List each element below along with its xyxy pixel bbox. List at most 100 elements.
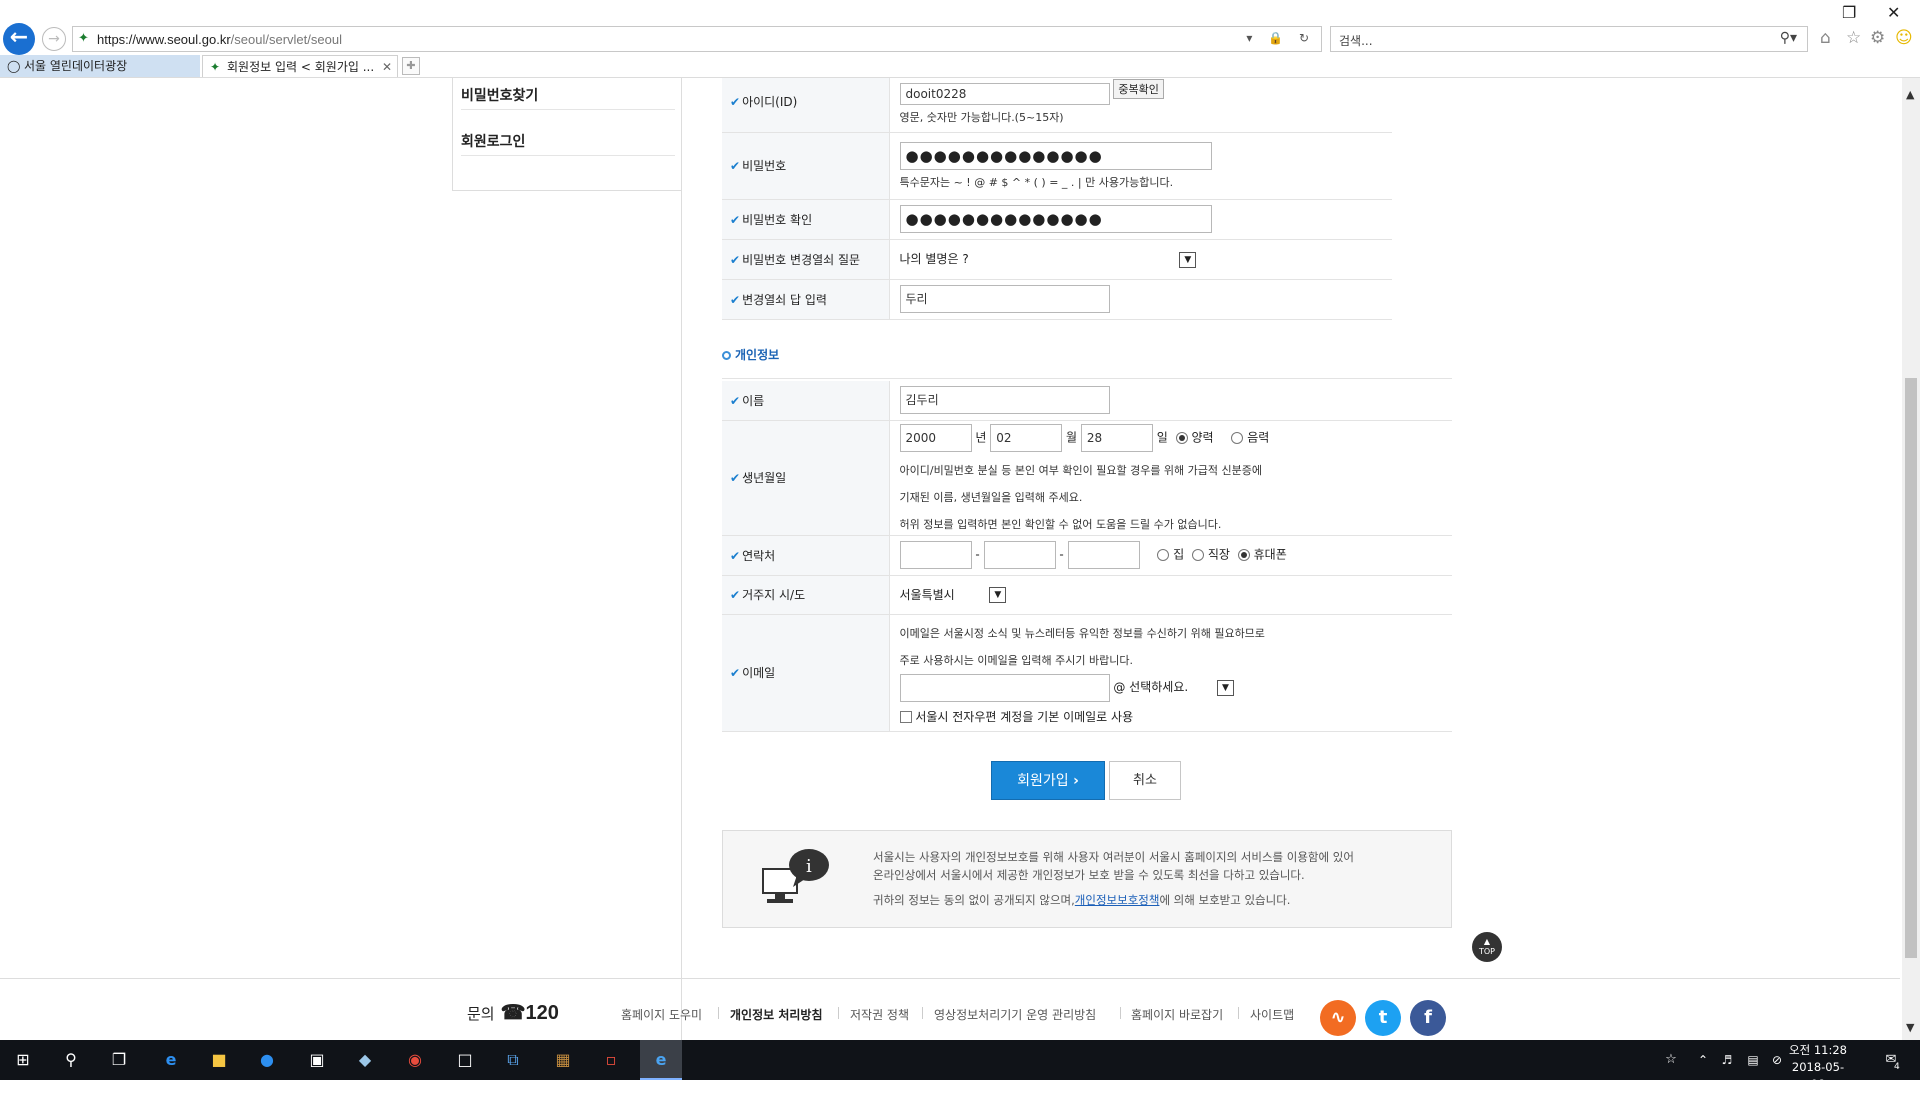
internet-explorer-icon[interactable]: e bbox=[648, 1048, 674, 1072]
birth-year-input[interactable]: 2000 bbox=[899, 423, 972, 452]
phone-part-2-input[interactable] bbox=[983, 541, 1056, 569]
forward-button[interactable]: → bbox=[42, 27, 66, 51]
back-button[interactable]: ← bbox=[3, 23, 35, 55]
home-radio[interactable] bbox=[1157, 549, 1170, 561]
scroll-up-icon[interactable]: ▲ bbox=[1906, 88, 1914, 101]
page-content: 비밀번호찾기 회원로그인 ✔ 아이디(ID) dooit0228 중복확인 영문,… bbox=[0, 78, 1900, 1040]
rss-icon[interactable]: ∿ bbox=[1320, 1000, 1356, 1036]
chevron-right-icon: › bbox=[1073, 773, 1079, 789]
search-icon[interactable]: ⚲ bbox=[58, 1048, 84, 1072]
edge-icon[interactable]: e bbox=[158, 1048, 184, 1072]
close-tab-icon[interactable]: ✕ bbox=[382, 56, 392, 77]
solar-radio[interactable] bbox=[1175, 431, 1188, 444]
birth-help-2: 기재된 이름, 생년월일을 입력해 주세요. bbox=[899, 490, 1083, 504]
notification-center-icon[interactable]: ✉ bbox=[1878, 1048, 1904, 1072]
people-icon[interactable]: ☆ bbox=[1658, 1048, 1684, 1072]
tab-member-info[interactable]: ✦ 회원정보 입력 < 회원가입 ... ✕ bbox=[202, 55, 398, 77]
password-confirm-input[interactable]: ●●●●●●●●●●●●●● bbox=[899, 205, 1212, 233]
cancel-button[interactable]: 취소 bbox=[1109, 761, 1181, 800]
status-icon[interactable]: ⊘ bbox=[1764, 1048, 1790, 1072]
email-id-input[interactable] bbox=[899, 673, 1110, 702]
month-unit: 월 bbox=[1066, 430, 1078, 444]
address-controls[interactable]: ▾ 🔒 ↻ bbox=[1246, 31, 1315, 45]
join-button[interactable]: 회원가입 › bbox=[991, 761, 1105, 800]
task-view-icon[interactable]: ❐ bbox=[106, 1048, 132, 1072]
footer-link-sitemap[interactable]: 사이트맵 bbox=[1250, 1006, 1294, 1023]
store-icon[interactable]: ▣ bbox=[304, 1048, 330, 1072]
footer-link-copyright[interactable]: 저작권 정책 bbox=[850, 1006, 909, 1023]
network-icon[interactable]: ▤ bbox=[1740, 1048, 1766, 1072]
footer-link-privacy[interactable]: 개인정보 처리방침 bbox=[730, 1006, 823, 1023]
password-input[interactable]: ●●●●●●●●●●●●●● bbox=[899, 141, 1212, 170]
contact-info: 문의 ☎120 bbox=[467, 1002, 559, 1024]
scroll-top-button[interactable]: ▲ TOP bbox=[1472, 932, 1502, 962]
personal-form: ✔ 이름 김두리 ✔ 생년월일 2000 년 02 월 28 일 양력 음력 아이디… bbox=[722, 381, 1452, 732]
default-email-checkbox[interactable] bbox=[899, 711, 912, 723]
birth-day-input[interactable]: 28 bbox=[1080, 423, 1153, 452]
account-form: ✔ 아이디(ID) dooit0228 중복확인 영문, 숫자만 가능합니다.(5… bbox=[722, 78, 1392, 320]
new-tab-button[interactable]: ✚ bbox=[402, 57, 420, 75]
home-icon[interactable]: ⌂ bbox=[1820, 28, 1831, 48]
answer-input[interactable]: 두리 bbox=[899, 285, 1110, 313]
restore-window-icon[interactable]: ❐ bbox=[1842, 3, 1856, 22]
app-icon-1[interactable]: ● bbox=[254, 1048, 280, 1072]
system-clock[interactable]: 오전 11:28 2018-05-08 bbox=[1788, 1042, 1848, 1093]
loading-icon: ◯ bbox=[7, 59, 21, 73]
name-input[interactable]: 김두리 bbox=[899, 386, 1110, 415]
tab-label: 회원정보 입력 < 회원가입 ... bbox=[227, 60, 375, 74]
smiley-feedback-icon[interactable]: ☺ bbox=[1895, 28, 1913, 48]
address-bar[interactable]: ✦ https://www.seoul.go.kr/seoul/servlet/… bbox=[72, 26, 1322, 52]
phone-part-3-input[interactable] bbox=[1067, 541, 1140, 569]
search-box[interactable]: 검색... ⚲▾ bbox=[1330, 26, 1808, 52]
footer-link-report[interactable]: 홈페이지 바로잡기 bbox=[1131, 1006, 1223, 1023]
duplicate-check-button[interactable]: 중복확인 bbox=[1113, 78, 1164, 99]
chevron-down-icon[interactable]: ▼ bbox=[1216, 679, 1234, 696]
email-domain-select[interactable]: 선택하세요. bbox=[1129, 678, 1213, 695]
vscode-icon[interactable]: ⧉ bbox=[500, 1048, 526, 1072]
favorites-star-icon[interactable]: ☆ bbox=[1846, 28, 1861, 48]
app-icon-2[interactable]: ◆ bbox=[352, 1048, 378, 1072]
privacy-policy-link[interactable]: 개인정보보호정책 bbox=[1075, 893, 1160, 907]
footer-link-cctv-policy[interactable]: 영상정보처리기기 운영 관리방침 bbox=[934, 1006, 1096, 1023]
tray-chevron-up-icon[interactable]: ⌃ bbox=[1690, 1048, 1716, 1072]
windows-start-icon[interactable]: ⊞ bbox=[10, 1048, 36, 1072]
svg-text:i: i bbox=[806, 856, 812, 877]
sidebar-item-find-password[interactable]: 비밀번호찾기 bbox=[461, 85, 538, 105]
tab-seoul-open-data[interactable]: ◯ 서울 열린데이터광장 bbox=[0, 55, 200, 77]
left-navigation: 비밀번호찾기 회원로그인 bbox=[452, 78, 682, 191]
footer-link-help[interactable]: 홈페이지 도우미 bbox=[621, 1006, 702, 1023]
facebook-icon[interactable]: f bbox=[1410, 1000, 1446, 1036]
work-radio[interactable] bbox=[1192, 549, 1205, 561]
chrome-icon[interactable]: ◉ bbox=[402, 1048, 428, 1072]
id-help-text: 영문, 숫자만 가능합니다.(5~15자) bbox=[899, 110, 1064, 124]
volume-muted-icon[interactable]: ♬ bbox=[1714, 1048, 1740, 1072]
password-confirm-label: ✔ 비밀번호 확인 bbox=[722, 199, 890, 240]
question-select[interactable]: 나의 별명은 ? ▼ bbox=[889, 239, 1392, 280]
app-icon-3[interactable]: ▦ bbox=[550, 1048, 576, 1072]
page-scrollbar[interactable]: ▲ ▼ bbox=[1902, 78, 1920, 1040]
sidebar-item-member-login[interactable]: 회원로그인 bbox=[461, 131, 525, 151]
search-icon[interactable]: ⚲▾ bbox=[1780, 30, 1797, 46]
mobile-radio[interactable] bbox=[1237, 549, 1250, 561]
default-email-label: 서울시 전자우편 계정을 기본 이메일로 사용 bbox=[915, 709, 1134, 724]
email-help-2: 주로 사용하시는 이메일을 입력해 주시기 바랍니다. bbox=[899, 653, 1134, 667]
sticky-notes-icon[interactable]: □ bbox=[452, 1048, 478, 1072]
chevron-down-icon[interactable]: ▼ bbox=[989, 587, 1007, 604]
settings-gear-icon[interactable]: ⚙ bbox=[1870, 28, 1885, 48]
mobile-label: 휴대폰 bbox=[1253, 547, 1287, 562]
birth-help-1: 아이디/비밀번호 분실 등 본인 여부 확인이 필요할 경우를 위해 가급적 신… bbox=[899, 463, 1263, 477]
file-explorer-icon[interactable]: ■ bbox=[206, 1048, 232, 1072]
birth-month-input[interactable]: 02 bbox=[990, 423, 1063, 452]
scroll-thumb[interactable] bbox=[1905, 378, 1917, 958]
pdf-icon[interactable]: ▫ bbox=[598, 1048, 624, 1072]
lunar-radio[interactable] bbox=[1231, 431, 1244, 444]
close-window-icon[interactable]: ✕ bbox=[1887, 3, 1900, 22]
id-input[interactable]: dooit0228 bbox=[899, 82, 1110, 105]
twitter-icon[interactable]: t bbox=[1365, 1000, 1401, 1036]
region-select[interactable]: 서울특별시 ▼ bbox=[889, 575, 1452, 615]
section-title-personal-info: 개인정보 bbox=[722, 346, 779, 363]
content-divider bbox=[681, 191, 682, 1040]
scroll-down-icon[interactable]: ▼ bbox=[1906, 1021, 1914, 1034]
phone-part-1-input[interactable] bbox=[899, 541, 972, 569]
chevron-down-icon[interactable]: ▼ bbox=[1179, 251, 1197, 268]
